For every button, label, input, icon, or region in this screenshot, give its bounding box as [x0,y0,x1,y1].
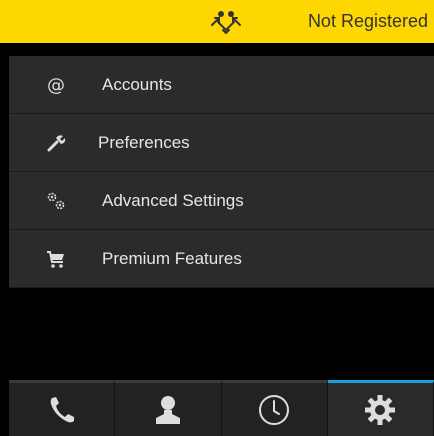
gears-icon [47,192,65,210]
menu-item-label: Preferences [98,133,190,152]
tab-phone[interactable] [9,380,116,436]
contact-icon [155,395,180,424]
menu-item-label: Advanced Settings [102,191,244,210]
tab-recent[interactable] [221,380,328,436]
clock-icon [259,394,290,425]
at-icon: @ [47,75,65,96]
people-sync-icon [211,11,241,35]
bottom-tab-bar [9,380,434,436]
menu-item-advanced-settings[interactable]: Advanced Settings [9,172,434,230]
settings-menu: @ Accounts Preferences Advanced Settings… [9,56,434,288]
menu-item-label: Premium Features [102,249,242,268]
phone-icon [50,396,74,422]
menu-item-label: Accounts [102,75,172,94]
status-bar: Not Registered [0,0,434,43]
tab-settings[interactable] [327,380,434,436]
gear-icon [365,394,396,425]
menu-item-premium-features[interactable]: Premium Features [9,230,434,288]
wrench-icon [47,135,66,152]
cart-icon [47,251,64,268]
menu-item-accounts[interactable]: @ Accounts [9,56,434,114]
menu-item-preferences[interactable]: Preferences [9,114,434,172]
tab-contacts[interactable] [115,380,222,436]
svg-text:@: @ [47,75,65,96]
registration-status: Not Registered [307,11,428,31]
